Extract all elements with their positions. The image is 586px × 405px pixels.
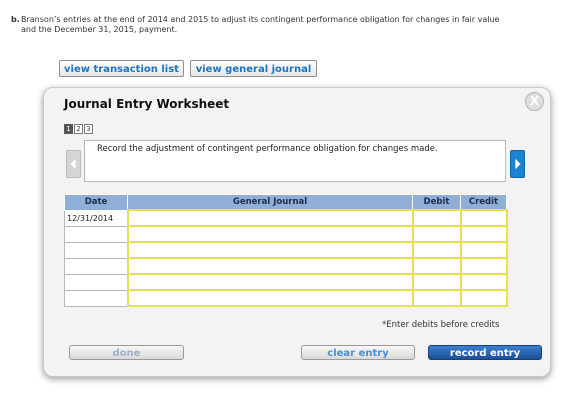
journal-table: Date General Journal Debit Credit 12/31/…: [64, 194, 508, 307]
debits-note: *Enter debits before credits: [382, 320, 500, 330]
general-journal-column-header: General Journal: [127, 194, 413, 211]
chevron-left-icon: [70, 158, 76, 170]
date-column-header: Date: [64, 194, 128, 211]
debit-input[interactable]: [411, 289, 462, 307]
previous-arrow-icon[interactable]: [66, 150, 81, 178]
account-input[interactable]: [126, 225, 414, 243]
debit-input[interactable]: [411, 209, 462, 227]
question-prompt: b.Branson’s entries at the end of 2014 a…: [11, 15, 531, 35]
debit-input[interactable]: [411, 225, 462, 243]
credit-input[interactable]: [459, 273, 508, 291]
chevron-right-icon: [515, 158, 521, 170]
date-cell: 12/31/2014: [64, 209, 128, 227]
view-general-journal-button[interactable]: view general journal: [190, 60, 317, 77]
date-cell: [64, 241, 128, 259]
table-row: [64, 289, 508, 307]
credit-input[interactable]: [459, 209, 508, 227]
question-number: b.: [11, 15, 20, 24]
journal-entry-worksheet: Journal Entry Worksheet X 123 Record the…: [43, 87, 551, 377]
question-text: Branson’s entries at the end of 2014 and…: [21, 15, 500, 34]
table-row: [64, 241, 508, 259]
credit-input[interactable]: [459, 289, 508, 307]
account-input[interactable]: [126, 273, 414, 291]
debit-input[interactable]: [411, 241, 462, 259]
close-icon[interactable]: X: [525, 92, 544, 111]
record-entry-button[interactable]: record entry: [428, 345, 542, 360]
credit-input[interactable]: [459, 241, 508, 259]
account-input[interactable]: [126, 241, 414, 259]
next-arrow-icon[interactable]: [510, 150, 525, 178]
credit-column-header: Credit: [460, 194, 507, 211]
account-input[interactable]: [126, 289, 414, 307]
instruction-text: Record the adjustment of contingent perf…: [84, 140, 506, 182]
table-row: 12/31/2014: [64, 209, 508, 227]
journal-header-row: Date General Journal Debit Credit: [64, 194, 507, 211]
debit-input[interactable]: [411, 257, 462, 275]
step-1-tab[interactable]: 1: [64, 124, 73, 134]
clear-entry-button[interactable]: clear entry: [301, 345, 415, 360]
step-indicator: 123: [64, 124, 94, 134]
credit-input[interactable]: [459, 257, 508, 275]
table-row: [64, 273, 508, 291]
account-input[interactable]: [126, 209, 414, 227]
date-cell: [64, 273, 128, 291]
table-row: [64, 257, 508, 275]
view-transaction-list-button[interactable]: view transaction list: [59, 60, 184, 77]
page: b.Branson’s entries at the end of 2014 a…: [0, 0, 586, 405]
debit-input[interactable]: [411, 273, 462, 291]
step-2-tab[interactable]: 2: [74, 124, 83, 134]
table-row: [64, 225, 508, 243]
date-cell: [64, 225, 128, 243]
account-input[interactable]: [126, 257, 414, 275]
worksheet-title: Journal Entry Worksheet: [64, 97, 230, 111]
done-button[interactable]: done: [69, 345, 184, 360]
step-3-tab[interactable]: 3: [84, 124, 93, 134]
debit-column-header: Debit: [412, 194, 461, 211]
credit-input[interactable]: [459, 225, 508, 243]
date-cell: [64, 289, 128, 307]
date-cell: [64, 257, 128, 275]
